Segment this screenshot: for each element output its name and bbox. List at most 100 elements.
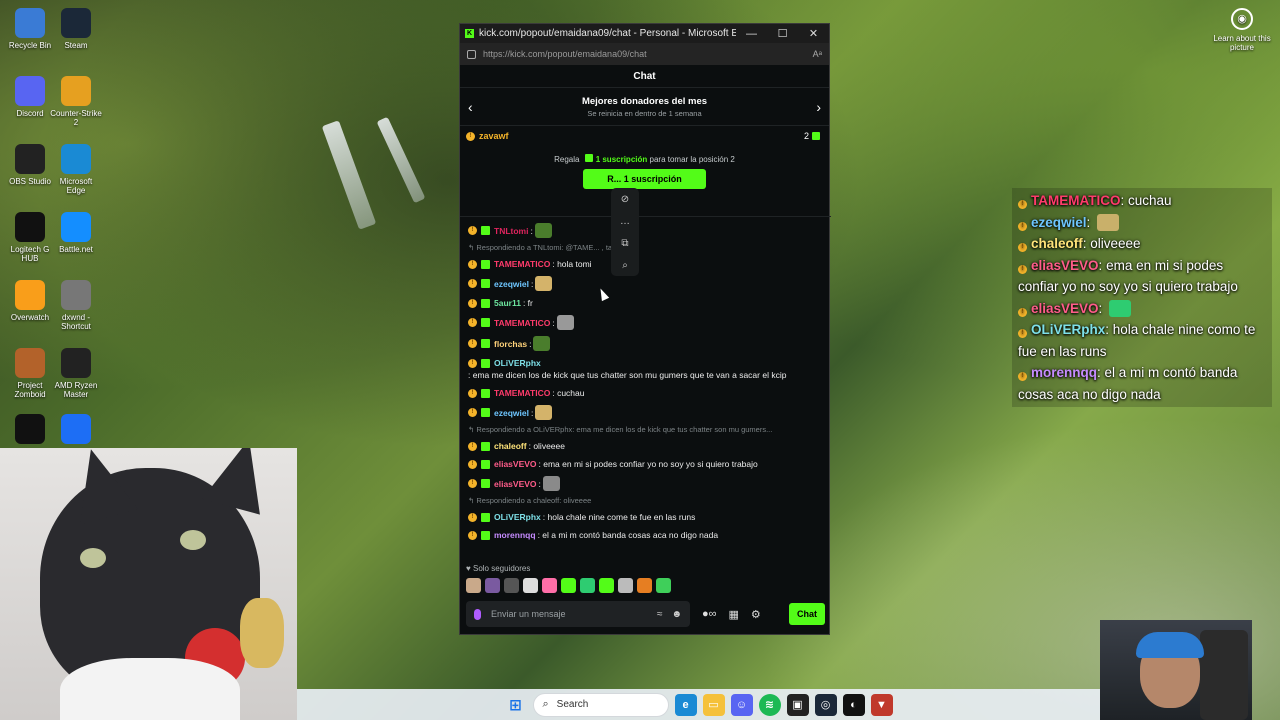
desktop-icon[interactable]: Overwatch	[4, 280, 56, 322]
chat-emote[interactable]	[533, 336, 551, 351]
discord-icon[interactable]: ☺	[730, 693, 753, 716]
chat-username[interactable]: florchas	[494, 338, 527, 350]
chat-username[interactable]: TAMEMATICO	[494, 317, 550, 329]
dxwnd-icon	[61, 280, 91, 310]
emote[interactable]	[466, 578, 481, 593]
address-bar[interactable]: https://kick.com/popout/emaidana09/chat …	[460, 43, 829, 65]
chat-message[interactable]: ! morennqq: el a mi m contó banda cosas a…	[468, 529, 823, 541]
microphone-icon[interactable]	[474, 608, 481, 620]
chat-username[interactable]: TNLtomi	[494, 225, 528, 237]
chat-message[interactable]: ! ezeqwiel:	[468, 405, 823, 420]
emote[interactable]	[504, 578, 519, 593]
chat-message[interactable]: ! OLiVERphx: ema me dicen los de kick que…	[468, 357, 823, 381]
app-icon[interactable]: ▼	[870, 693, 893, 716]
url-text[interactable]: https://kick.com/popout/emaidana09/chat	[483, 49, 813, 59]
edge-icon[interactable]: e	[674, 693, 697, 716]
windows-start-icon[interactable]: ⊞	[505, 694, 527, 716]
reader-mode-icon[interactable]: Aᵃ	[813, 49, 822, 59]
chat-username[interactable]: TAMEMATICO	[494, 387, 550, 399]
desktop-icon[interactable]: Recycle Bin	[4, 8, 56, 50]
chat-username[interactable]: morennqq	[494, 529, 536, 541]
desktop-icon[interactable]: Steam	[50, 8, 102, 50]
desktop-icon[interactable]: OBS Studio	[4, 144, 56, 186]
gift-box-icon[interactable]: ▦	[729, 608, 739, 621]
emoji-icon[interactable]: ☻	[671, 609, 682, 620]
learn-about-picture[interactable]: ◉ Learn about this picture	[1212, 8, 1272, 52]
donors-title: Mejores donadores del mes	[581, 95, 708, 107]
desktop-icon[interactable]: Discord	[4, 76, 56, 118]
chat-message[interactable]: ! OLiVERphx: hola chale nine come te fue …	[468, 511, 823, 523]
file-explorer-icon[interactable]: ▭	[702, 693, 725, 716]
translate-icon[interactable]: ≈	[657, 609, 663, 620]
maximize-button[interactable]: ☐	[767, 27, 798, 40]
emote-quick-row	[466, 578, 671, 593]
emote[interactable]	[485, 578, 500, 593]
desktop-icon[interactable]: Logitech G HUB	[4, 212, 56, 263]
desktop-icon[interactable]: Project Zomboid	[4, 348, 56, 399]
reply-context[interactable]: ↰ Respondiendo a OLiVERphx: ema me dicen…	[468, 425, 823, 434]
chat-message[interactable]: ! ezeqwiel:	[468, 276, 823, 291]
chat-username[interactable]: eliasVEVO	[494, 478, 537, 490]
search-icon[interactable]: ⌕	[622, 260, 628, 271]
users-icon[interactable]: ●∞	[702, 608, 717, 620]
chat-username[interactable]: OLiVERphx	[494, 511, 541, 523]
top-donor-row[interactable]: ! zavawf 2	[460, 126, 829, 146]
emote[interactable]	[523, 578, 538, 593]
chat-message[interactable]: ! eliasVEVO: ema en mi si podes confiar y…	[468, 458, 823, 470]
desktop-icon[interactable]	[50, 414, 102, 447]
emote[interactable]	[580, 578, 595, 593]
donor-count-value: 2	[803, 131, 809, 141]
emote[interactable]	[561, 578, 576, 593]
chat-message[interactable]: ! TAMEMATICO: cuchau	[468, 387, 823, 399]
desktop-icon[interactable]: Battle.net	[50, 212, 102, 254]
chevron-left-icon[interactable]: ‹	[468, 99, 473, 115]
hide-icon[interactable]: ⊘	[621, 194, 629, 205]
chat-username[interactable]: TAMEMATICO	[494, 258, 550, 270]
desktop-icon[interactable]: Microsoft Edge	[50, 144, 102, 195]
send-chat-button[interactable]: Chat	[789, 603, 825, 625]
desktop-icon[interactable]: AMD Ryzen Master	[50, 348, 102, 399]
emote[interactable]	[618, 578, 633, 593]
settings-gear-icon[interactable]: ⚙	[751, 608, 761, 621]
chat-username[interactable]: chaleoff	[494, 440, 527, 452]
close-button[interactable]: ✕	[798, 27, 829, 40]
chat-username[interactable]: OLiVERphx	[494, 357, 541, 369]
gift-subscription-button[interactable]: R... 1 suscripción	[583, 169, 706, 189]
voicemod-icon[interactable]: ▣	[786, 693, 809, 716]
chat-username[interactable]: eliasVEVO	[494, 458, 537, 470]
reply-context[interactable]: ↰ Respondiendo a TNLtomi: @TAME... , tam…	[468, 243, 823, 252]
chat-username[interactable]: 5aur11	[494, 297, 521, 309]
desktop-icon[interactable]	[4, 414, 56, 447]
chat-emote[interactable]	[535, 276, 553, 291]
taskbar-search[interactable]: ⌕ Search	[532, 692, 669, 717]
message-input[interactable]: Enviar un mensaje ≈ ☻	[466, 601, 690, 627]
overlay-username: ezeqwiel	[1031, 214, 1087, 230]
emote[interactable]	[599, 578, 614, 593]
steam-icon[interactable]: ◎	[814, 693, 837, 716]
chat-emote[interactable]	[542, 476, 560, 491]
copy-icon[interactable]: ⧉	[621, 238, 628, 249]
chat-emote[interactable]	[556, 315, 574, 330]
chat-message[interactable]: ! florchas:	[468, 336, 823, 351]
chat-message[interactable]: ! TAMEMATICO: hola tomi	[468, 258, 823, 270]
chat-message[interactable]: ! chaleoff: oliveeee	[468, 440, 823, 452]
emote[interactable]	[656, 578, 671, 593]
chat-message[interactable]: ! TNLtomi:	[468, 223, 823, 238]
more-icon[interactable]: …	[620, 216, 630, 227]
obs-icon[interactable]: ◐	[842, 693, 865, 716]
desktop-icon[interactable]: Counter-Strike 2	[50, 76, 102, 127]
chevron-right-icon[interactable]: ›	[816, 99, 821, 115]
emote[interactable]	[637, 578, 652, 593]
spotify-icon[interactable]: ≋	[758, 693, 781, 716]
chat-username[interactable]: ezeqwiel	[494, 407, 529, 419]
chat-message[interactable]: ! TAMEMATICO:	[468, 315, 823, 330]
chat-username[interactable]: ezeqwiel	[494, 278, 529, 290]
chat-message[interactable]: ! 5aur11: fr	[468, 297, 823, 309]
chat-emote[interactable]	[535, 405, 553, 420]
emote[interactable]	[542, 578, 557, 593]
chat-message[interactable]: ! eliasVEVO:	[468, 476, 823, 491]
reply-context[interactable]: ↰ Respondiendo a chaleoff: oliveeee	[468, 496, 823, 505]
chat-emote[interactable]	[534, 223, 552, 238]
desktop-icon[interactable]: dxwnd - Shortcut	[50, 280, 102, 331]
minimize-button[interactable]: —	[736, 28, 767, 40]
